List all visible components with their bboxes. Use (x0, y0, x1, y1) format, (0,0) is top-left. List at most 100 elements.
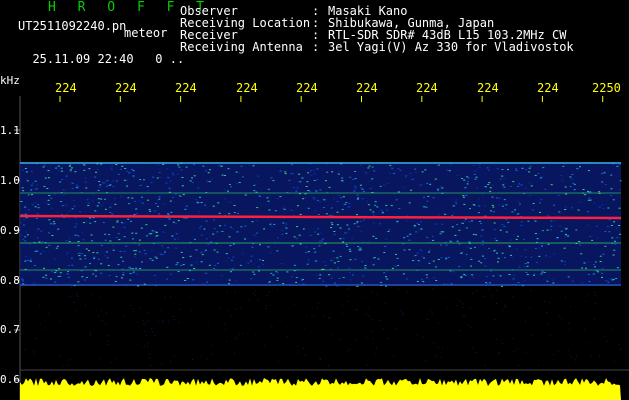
noise-speck (116, 220, 119, 222)
noise-speck (62, 189, 65, 191)
noise-speck (207, 321, 209, 323)
noise-speck (138, 239, 141, 241)
noise-speck (579, 244, 582, 246)
noise-speck (417, 229, 420, 231)
noise-speck (436, 165, 439, 167)
noise-speck (269, 223, 272, 225)
noise-speck (208, 181, 211, 183)
noise-speck (150, 365, 152, 367)
noise-speck (36, 213, 39, 215)
noise-speck (408, 239, 411, 241)
noise-speck (74, 171, 77, 173)
noise-speck (540, 273, 543, 275)
noise-speck (539, 202, 541, 204)
noise-speck (122, 260, 124, 262)
noise-speck (234, 338, 236, 340)
noise-speck (114, 280, 117, 282)
noise-speck (22, 190, 25, 192)
noise-speck (106, 344, 108, 346)
noise-speck (403, 249, 406, 251)
noise-speck (131, 232, 134, 234)
noise-speck (61, 205, 64, 206)
noise-speck (379, 320, 381, 321)
noise-speck (319, 189, 322, 191)
noise-speck (529, 195, 532, 196)
noise-speck (27, 209, 30, 211)
noise-speck (437, 188, 440, 190)
noise-speck (463, 203, 466, 205)
noise-speck (510, 254, 512, 256)
noise-speck (67, 252, 69, 253)
noise-speck (478, 166, 481, 168)
noise-speck (328, 186, 331, 188)
noise-speck (68, 241, 71, 243)
noise-speck (608, 231, 611, 233)
noise-speck (273, 223, 276, 225)
noise-speck (579, 166, 581, 168)
noise-speck (524, 249, 527, 251)
noise-speck (578, 241, 581, 242)
noise-speck (38, 241, 41, 243)
noise-speck (22, 170, 25, 171)
noise-speck (446, 169, 449, 171)
noise-speck (111, 213, 114, 215)
noise-speck (496, 289, 498, 291)
noise-speck (449, 270, 452, 272)
noise-speck (468, 325, 470, 326)
noise-speck (564, 264, 567, 266)
noise-speck (78, 255, 81, 257)
noise-speck (552, 279, 555, 281)
noise-speck (616, 237, 619, 238)
noise-speck (591, 355, 593, 357)
noise-speck (367, 241, 370, 243)
noise-speck (398, 287, 400, 289)
noise-speck (342, 196, 345, 198)
noise-speck (563, 227, 566, 229)
noise-speck (276, 272, 279, 274)
noise-speck (58, 268, 60, 270)
noise-speck (515, 168, 518, 170)
noise-speck (253, 234, 256, 236)
noise-speck (258, 270, 260, 272)
noise-speck (172, 221, 175, 223)
noise-speck (588, 281, 591, 282)
noise-speck (507, 169, 509, 171)
noise-speck (148, 353, 150, 355)
noise-speck (472, 204, 475, 206)
noise-speck (567, 235, 570, 237)
y-axis-unit: kHz (0, 74, 20, 87)
noise-speck (341, 180, 344, 182)
noise-speck (581, 282, 584, 284)
noise-speck (180, 265, 183, 266)
noise-speck (509, 186, 512, 187)
noise-speck (332, 335, 334, 337)
noise-speck (87, 205, 90, 207)
noise-speck (553, 354, 555, 356)
noise-speck (139, 268, 142, 270)
noise-speck (532, 209, 535, 211)
noise-speck (411, 178, 414, 180)
noise-speck (367, 307, 369, 309)
noise-speck (217, 202, 220, 204)
noise-speck (365, 313, 367, 315)
noise-speck (145, 224, 148, 226)
noise-speck (380, 282, 383, 283)
noise-speck (212, 219, 215, 221)
noise-speck (193, 175, 196, 177)
noise-speck (518, 266, 521, 268)
noise-speck (361, 198, 364, 200)
noise-speck (406, 235, 409, 237)
noise-speck (437, 214, 440, 216)
noise-speck (138, 200, 141, 202)
noise-speck (556, 238, 559, 240)
noise-speck (409, 233, 412, 235)
noise-speck (600, 272, 603, 274)
noise-speck (516, 213, 519, 215)
noise-speck (103, 255, 106, 257)
noise-speck (341, 313, 343, 315)
noise-speck (258, 195, 261, 197)
noise-speck (59, 319, 61, 321)
noise-speck (482, 240, 484, 242)
noise-speck (531, 334, 533, 336)
noise-speck (282, 222, 285, 224)
